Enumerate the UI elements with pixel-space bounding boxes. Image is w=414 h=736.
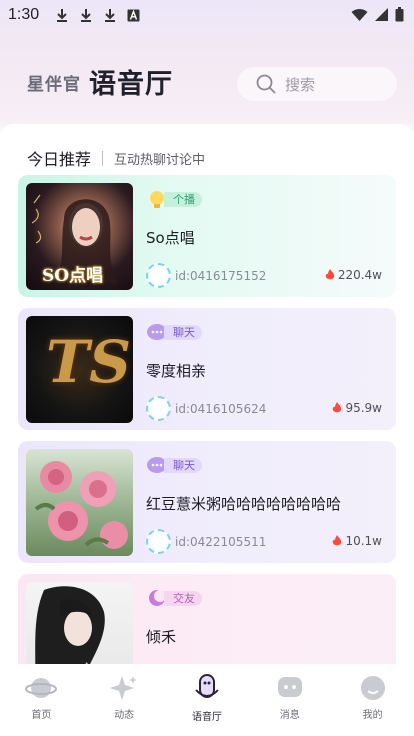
room-id-row: id:0416175152	[146, 263, 266, 288]
tab-messages[interactable]: 消息	[248, 664, 331, 736]
flame-icon	[333, 402, 342, 413]
room-id: id:0416175152	[175, 268, 267, 283]
room-id: id:0422105511	[175, 534, 267, 549]
room-id-row: id:0422105511	[146, 529, 266, 554]
recommend-title: 今日推荐	[27, 150, 92, 169]
status-bar: 1:30	[0, 0, 414, 30]
tab-star-companion[interactable]: 星伴官	[27, 70, 81, 95]
room-heat: 220.4w	[325, 268, 382, 282]
room-cover-image	[26, 449, 133, 556]
room-tag: 个播	[146, 189, 202, 209]
room-tag: 聊天	[146, 455, 202, 475]
avatar	[146, 263, 171, 288]
room-tag: 聊天	[146, 322, 202, 342]
room-name: 红豆薏米粥哈哈哈哈哈哈哈哈	[146, 495, 342, 513]
chat-bubble-icon	[277, 677, 302, 697]
download-icon	[105, 9, 116, 22]
divider	[102, 150, 104, 166]
cover-logo: TS	[46, 328, 132, 396]
tab-voice-hall[interactable]: 语音厅	[89, 62, 173, 101]
tab-feed[interactable]: 动态	[83, 664, 166, 736]
profile-face-icon	[360, 676, 385, 700]
battery-icon	[395, 7, 404, 22]
room-name: 倾禾	[146, 628, 177, 646]
search-input[interactable]: 搜索	[237, 67, 397, 101]
recommend-header: 今日推荐 互动热聊讨论中	[27, 146, 205, 170]
top-header: 星伴官 语音厅 搜索	[0, 58, 414, 108]
signal-icon	[375, 8, 388, 21]
room-card[interactable]: TS 聊天 零度相亲 id:0416105624 95.9w	[18, 308, 396, 430]
flame-icon	[325, 269, 335, 280]
room-cover-image: SO点唱	[26, 183, 133, 290]
room-id-row: id:0416105624	[146, 396, 266, 421]
room-card[interactable]: 聊天 红豆薏米粥哈哈哈哈哈哈哈哈 id:0422105511 10.1w	[18, 441, 396, 563]
avatar	[146, 529, 171, 554]
download-icon	[57, 9, 68, 22]
main-panel: 今日推荐 互动热聊讨论中 SO点唱 个播 So点唱 id:0416175152	[0, 124, 414, 664]
cover-title: SO点唱	[42, 266, 104, 286]
room-name: 零度相亲	[146, 362, 207, 380]
room-id: id:0416105624	[175, 401, 267, 416]
recommend-subtitle: 互动热聊讨论中	[114, 152, 206, 168]
room-cover-image	[26, 582, 133, 664]
sparkle-icon	[110, 676, 138, 700]
tab-profile[interactable]: 我的	[331, 664, 414, 736]
room-cover-image: TS	[26, 316, 133, 423]
status-time: 1:30	[8, 6, 40, 23]
download-icon	[81, 9, 92, 22]
search-placeholder: 搜索	[285, 75, 316, 94]
search-icon	[256, 74, 276, 94]
room-name: So点唱	[146, 229, 195, 247]
room-card[interactable]: 交友 倾禾	[18, 574, 396, 664]
room-card[interactable]: SO点唱 个播 So点唱 id:0416175152 220.4w	[18, 175, 396, 297]
bottom-tab-bar: 首页 动态 语音厅 消息 我的	[0, 664, 414, 736]
font-a-icon	[127, 9, 140, 21]
cover-roses	[34, 461, 128, 549]
cover-portrait	[35, 586, 105, 664]
planet-icon	[25, 678, 58, 698]
room-heat: 10.1w	[332, 534, 382, 548]
microphone-icon	[195, 674, 219, 698]
flame-icon	[333, 535, 342, 546]
tab-home[interactable]: 首页	[0, 664, 83, 736]
wifi-icon	[351, 8, 368, 21]
room-tag: 交友	[146, 588, 202, 608]
room-heat: 95.9w	[332, 401, 382, 415]
avatar	[146, 396, 171, 421]
tab-voice-hall[interactable]: 语音厅	[166, 664, 249, 736]
